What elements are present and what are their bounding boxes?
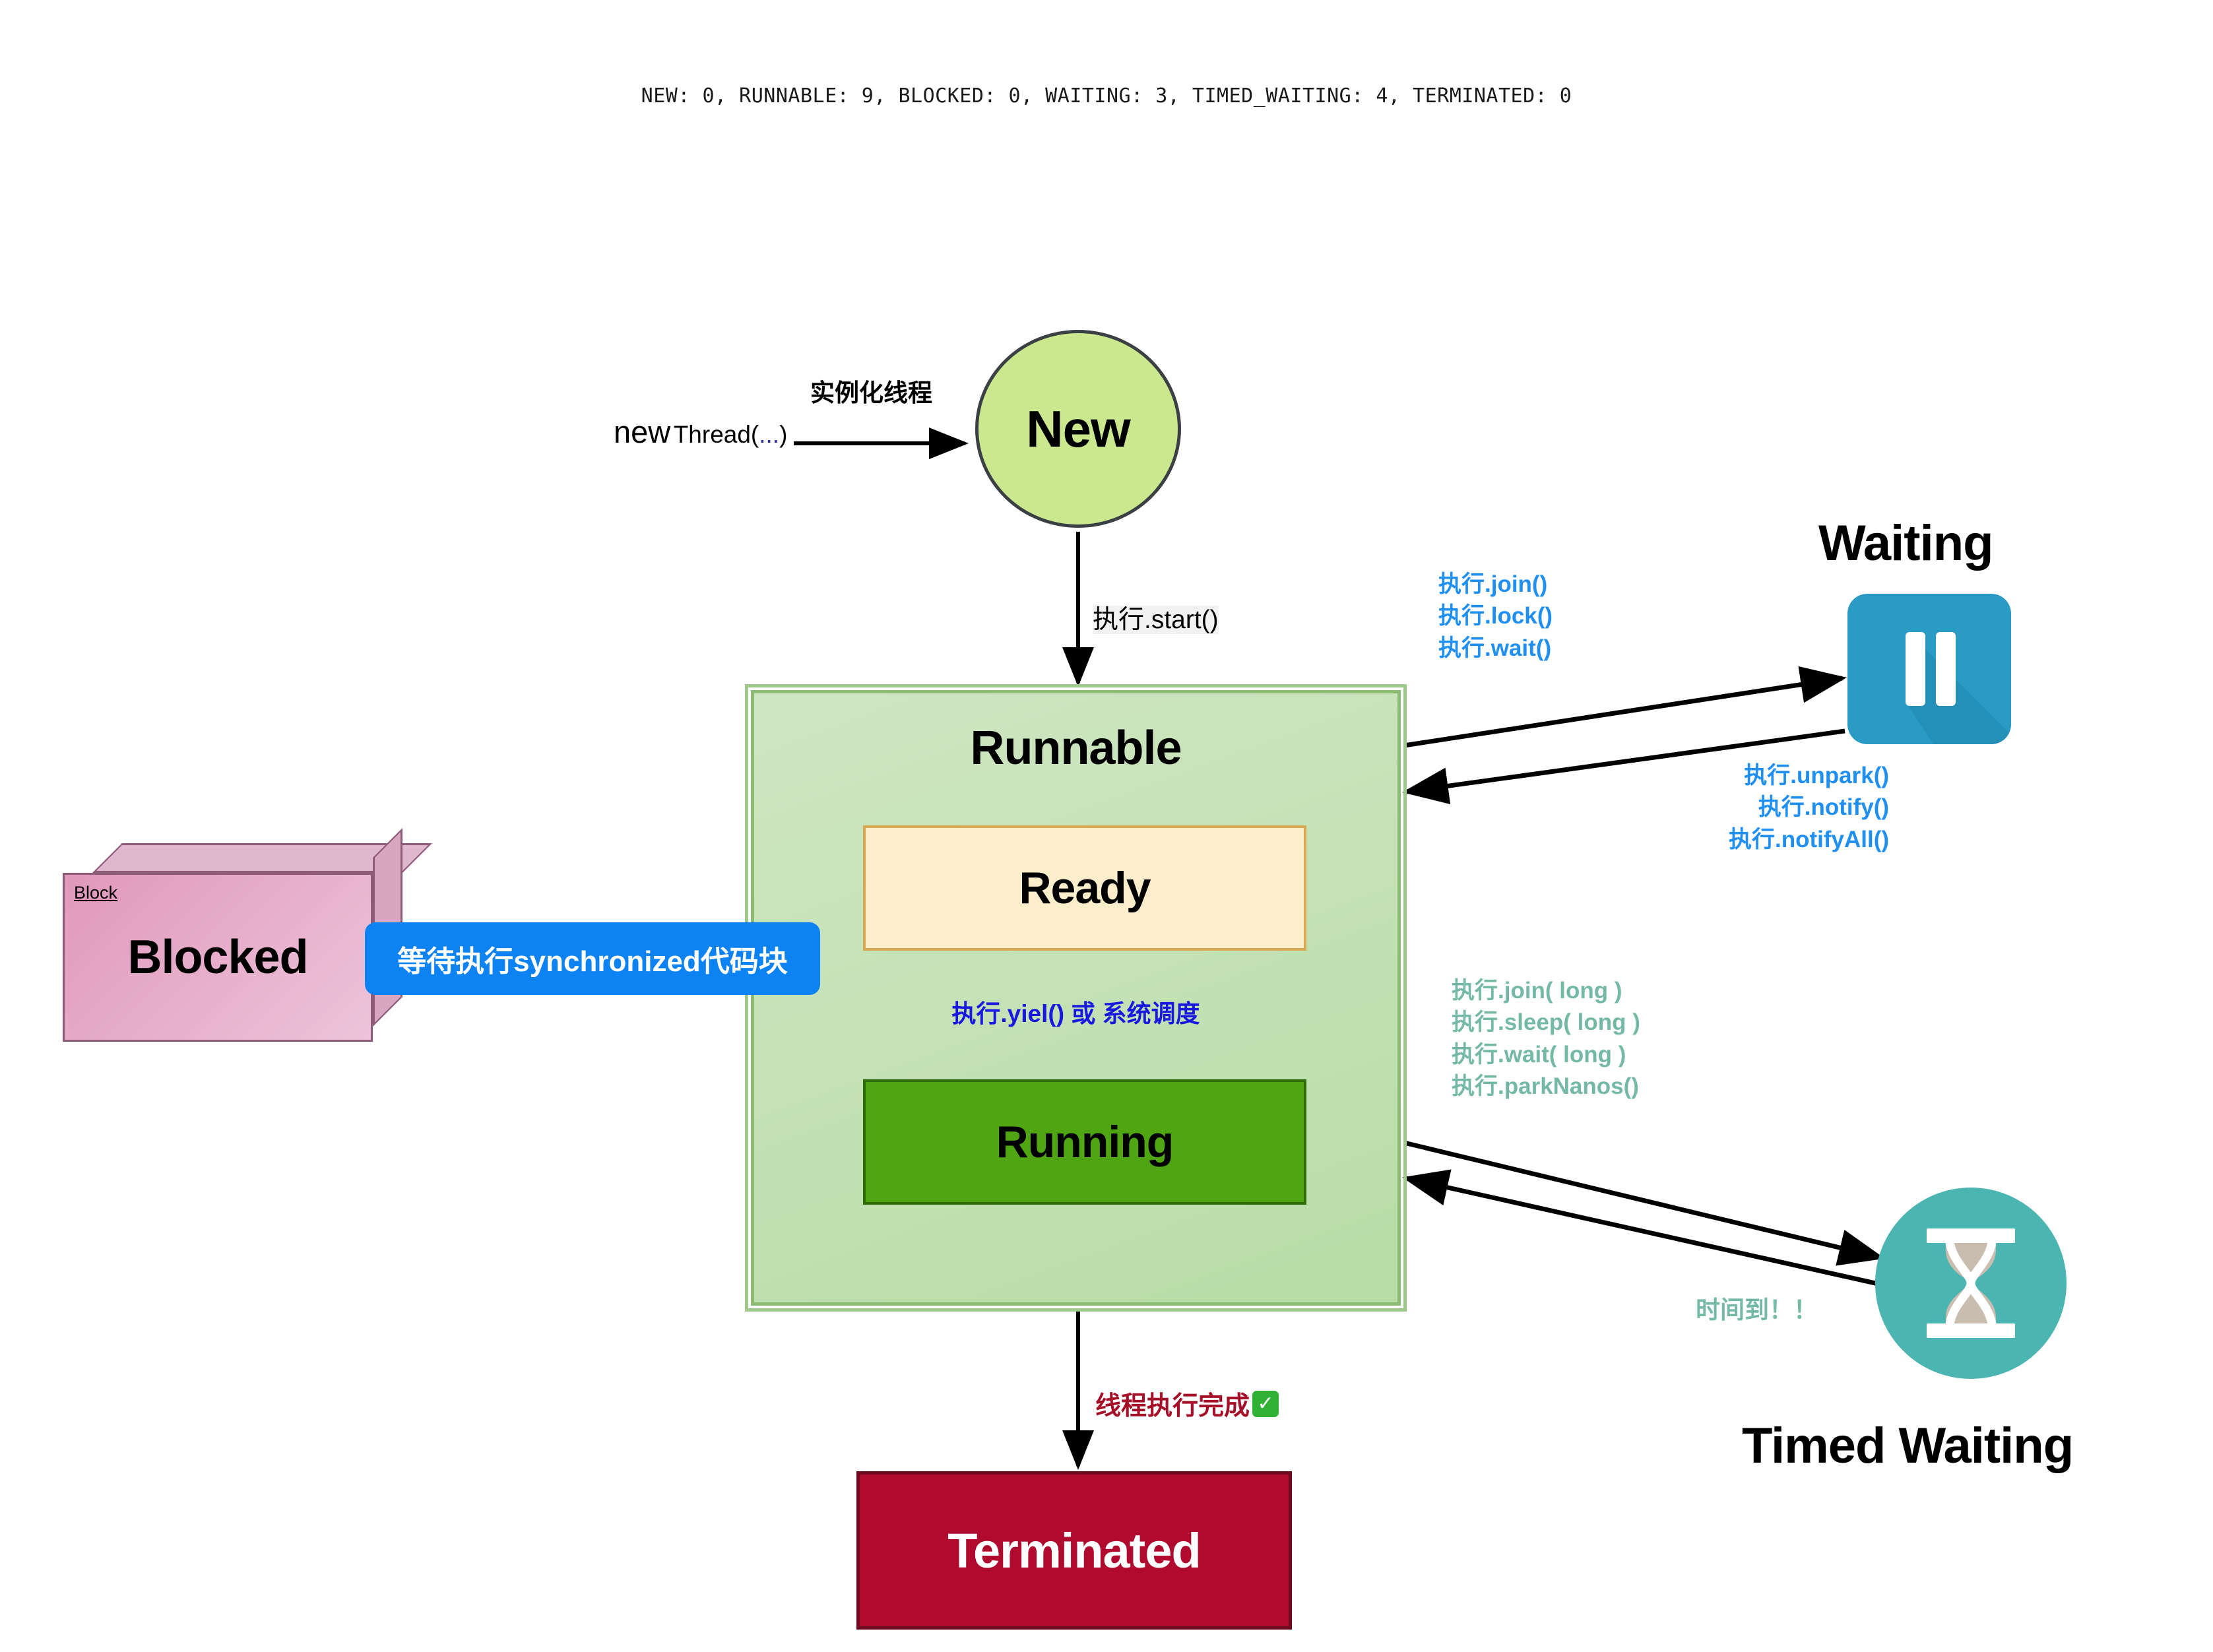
arrow-timed-to-runnable [1402,1169,1914,1294]
state-label-runnable: Runnable [970,722,1182,775]
ctor-close-paren: ) [779,421,788,448]
transition-label-instantiate: 实例化线程 [810,379,932,406]
waiting-enter-label: 执行.lock() [1438,603,1553,629]
timed-waiting-enter-label: 执行.wait( long ) [1452,1041,1626,1067]
state-node-new[interactable]: New [975,330,1181,528]
timed-waiting-enter-label: 执行.parkNanos() [1452,1073,1639,1099]
timed-waiting-enter-label: 执行.join( long ) [1452,978,1622,1003]
hourglass-icon[interactable] [1875,1188,2067,1379]
start-text: 执行.start() [1093,606,1219,634]
state-label-new: New [1026,399,1130,458]
ctor-ellipsis: ... [759,421,780,448]
tooltip-synchronized-wait: 等待执行synchronized代码块 [365,922,820,995]
state-node-running[interactable]: Running [863,1079,1306,1205]
thread-ctor: Thread( [673,421,759,448]
transition-label-start: 执行.start() [1093,599,1219,636]
state-node-blocked[interactable]: Block Blocked [63,828,432,1042]
waiting-enter-label: 执行.wait() [1438,635,1552,661]
check-icon: ✓ [1252,1391,1279,1417]
transition-label-yield: 执行.yiel() 或 系统调度 [951,1000,1200,1027]
transition-label-thread-finished: 线程执行完成 ✓ [1095,1385,1279,1422]
timed-waiting-enter-label-list: 执行.join( long ) 执行.sleep( long ) 执行.wait… [1452,975,1640,1102]
state-node-runnable[interactable]: Runnable Ready 执行.yiel() 或 系统调度 Running [745,684,1407,1312]
state-label-waiting: Waiting [1818,515,1994,571]
waiting-exit-label: 执行.notify() [1758,794,1890,821]
blocked-box-front-face: Block Blocked [63,873,373,1042]
transition-label-time-up: 时间到！！ [1696,1296,1818,1323]
thread-state-status-line: NEW: 0, RUNNABLE: 9, BLOCKED: 0, WAITING… [641,84,1572,108]
waiting-enter-label: 执行.join() [1438,571,1548,597]
arrow-runnable-to-timed [1403,1140,1885,1266]
pause-icon[interactable] [1847,594,2011,744]
state-label-timed-waiting: Timed Waiting [1742,1418,2074,1474]
state-label-terminated: Terminated [947,1523,1201,1578]
state-node-ready[interactable]: Ready [863,825,1306,951]
state-node-terminated[interactable]: Terminated [856,1471,1292,1630]
arrow-runnable-to-waiting [1403,666,1847,748]
waiting-enter-label-list: 执行.join() 执行.lock() 执行.wait() [1438,569,1553,664]
waiting-exit-label: 执行.notifyAll() [1729,826,1890,852]
timed-waiting-enter-label: 执行.sleep( long ) [1452,1009,1640,1036]
state-label-ready: Ready [1019,863,1151,913]
state-label-running: Running [996,1117,1174,1167]
state-label-blocked: Blocked [127,931,308,984]
finish-text: 线程执行完成 [1095,1392,1250,1420]
waiting-exit-label-list: 执行.unpark() 执行.notify() 执行.notifyAll() [1729,760,1889,856]
new-keyword: new [614,414,671,449]
waiting-exit-label: 执行.unpark() [1744,763,1890,788]
transition-label-new-thread: new Thread(...) [614,414,787,450]
